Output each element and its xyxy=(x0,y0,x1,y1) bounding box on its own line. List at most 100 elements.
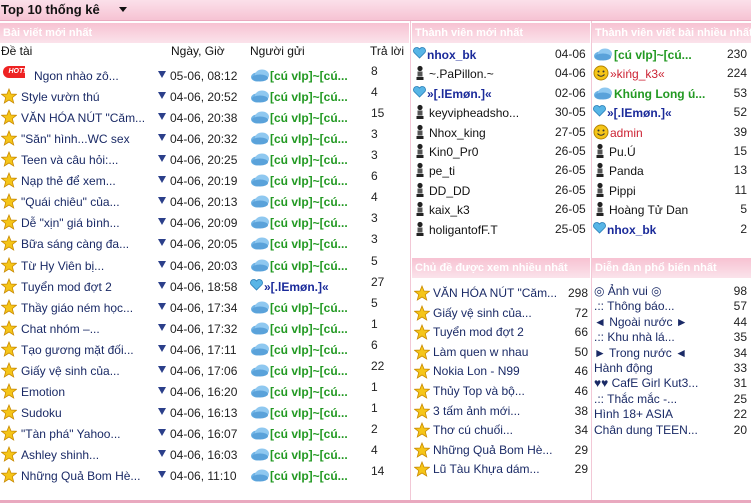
forum-link[interactable]: ◎ Ảnh vui ◎ xyxy=(594,284,718,298)
poster-name[interactable]: Hoàng Tử Dan xyxy=(609,203,723,217)
topic-link[interactable]: Ngon nhào zô... xyxy=(34,69,154,83)
topic-link[interactable]: Thơ cú chuối... xyxy=(433,423,561,437)
sender-name[interactable]: [cú vIp]~[cú... xyxy=(270,195,348,209)
topic-link[interactable]: Lũ Tàu Khựa dám... xyxy=(433,462,561,476)
topic-link[interactable]: Làm quen w nhau xyxy=(433,345,561,359)
sender-name[interactable]: [cú vIp]~[cú... xyxy=(270,343,348,357)
sender-name[interactable]: [cú vIp]~[cú... xyxy=(270,69,348,83)
sender-name[interactable]: [cú vIp]~[cú... xyxy=(270,90,348,104)
sender-name[interactable]: [cú vIp]~[cú... xyxy=(270,364,348,378)
sender-name[interactable]: [cú vIp]~[cú... xyxy=(270,174,348,188)
goto-last-post-icon[interactable] xyxy=(158,218,166,226)
poster-name[interactable]: Khúng Long ú... xyxy=(614,87,723,101)
topic-link[interactable]: 3 tấm ảnh mới... xyxy=(433,404,561,418)
sender-cell[interactable]: [cú vIp]~[cú... xyxy=(250,382,368,402)
topic-link[interactable]: "Tàn phá" Yahoo... xyxy=(21,427,156,441)
goto-last-post-icon[interactable] xyxy=(158,470,166,478)
topic-link[interactable]: "Quái chiêu" của... xyxy=(21,195,156,209)
member-name[interactable]: Kin0_Pr0 xyxy=(429,145,549,159)
poster-name[interactable]: admin xyxy=(610,126,723,140)
topic-link[interactable]: Dễ "xịn" giá bình... xyxy=(21,216,156,230)
topic-link[interactable]: Nokia Lon - N99 xyxy=(433,364,561,378)
goto-last-post-icon[interactable] xyxy=(158,365,166,373)
goto-last-post-icon[interactable] xyxy=(158,260,166,268)
poster-name[interactable]: Panda xyxy=(609,164,723,178)
topic-link[interactable]: Những Quả Bom Hè... xyxy=(21,469,156,483)
topic-link[interactable]: Thầy giáo ném học... xyxy=(21,301,156,315)
sender-name[interactable]: [cú vIp]~[cú... xyxy=(270,448,348,462)
topic-link[interactable]: Giấy vệ sinh của... xyxy=(21,364,156,378)
forum-link[interactable]: Hình 18+ ASIA xyxy=(594,407,718,421)
topic-link[interactable]: Style vườn thú xyxy=(21,90,156,104)
goto-last-post-icon[interactable] xyxy=(158,302,166,310)
topic-link[interactable]: VĂN HÓA NÚT "Căm... xyxy=(433,286,561,300)
topic-link[interactable]: Tuyển mod đợt 2 xyxy=(433,325,561,339)
goto-last-post-icon[interactable] xyxy=(158,344,166,352)
member-name[interactable]: »[.lEmøn.]« xyxy=(427,87,547,101)
topic-link[interactable]: Emotion xyxy=(21,385,156,399)
sender-cell[interactable]: [cú vIp]~[cú... xyxy=(250,66,368,86)
member-name[interactable]: DD_DD xyxy=(429,184,549,198)
topic-link[interactable]: Ashley shinh... xyxy=(21,448,156,462)
member-name[interactable]: kaix_k3 xyxy=(429,203,549,217)
topic-link[interactable]: "Săn" hình...WC sex xyxy=(21,132,156,146)
top10-title-bar[interactable]: Top 10 thống kê xyxy=(0,0,751,21)
sender-cell[interactable]: [cú vIp]~[cú... xyxy=(250,213,368,233)
topic-link[interactable]: Tuyển mod đợt 2 xyxy=(21,280,156,294)
goto-last-post-icon[interactable] xyxy=(158,155,166,163)
sender-cell[interactable]: [cú vIp]~[cú... xyxy=(250,234,368,254)
sender-cell[interactable]: [cú vIp]~[cú... xyxy=(250,108,368,128)
goto-last-post-icon[interactable] xyxy=(158,113,166,121)
sender-name[interactable]: [cú vIp]~[cú... xyxy=(270,469,348,483)
member-name[interactable]: Nhox_king xyxy=(429,126,549,140)
sender-cell[interactable]: [cú vIp]~[cú... xyxy=(250,424,368,444)
topic-link[interactable]: Thủy Top và bộ... xyxy=(433,384,561,398)
sender-name[interactable]: [cú vIp]~[cú... xyxy=(270,111,348,125)
forum-link[interactable]: .:: Khu nhà lá... xyxy=(594,330,718,344)
topic-link[interactable]: Chat nhóm –... xyxy=(21,322,156,336)
topic-link[interactable]: Từ Hy Viên bị... xyxy=(21,259,156,273)
member-name[interactable]: ~.PaPillon.~ xyxy=(429,67,549,81)
sender-name[interactable]: [cú vIp]~[cú... xyxy=(270,132,348,146)
topic-link[interactable]: Những Quả Bom Hè... xyxy=(433,443,561,457)
sender-name[interactable]: [cú vIp]~[cú... xyxy=(270,237,348,251)
forum-link[interactable]: .:: Thông báo... xyxy=(594,299,718,313)
sender-name[interactable]: [cú vIp]~[cú... xyxy=(270,322,348,336)
sender-cell[interactable]: »[.lEmøn.]« xyxy=(250,277,368,297)
topic-link[interactable]: Tạo gương mặt đối... xyxy=(21,343,156,357)
sender-cell[interactable]: [cú vIp]~[cú... xyxy=(250,171,368,191)
sender-cell[interactable]: [cú vIp]~[cú... xyxy=(250,445,368,465)
sender-cell[interactable]: [cú vIp]~[cú... xyxy=(250,361,368,381)
sender-cell[interactable]: [cú vIp]~[cú... xyxy=(250,150,368,170)
topic-link[interactable]: VĂN HÓA NÚT "Căm... xyxy=(21,111,156,125)
goto-last-post-icon[interactable] xyxy=(158,386,166,394)
forum-link[interactable]: ♥♥ CafE Girl Kut3... xyxy=(594,376,718,390)
goto-last-post-icon[interactable] xyxy=(158,449,166,457)
topic-link[interactable]: Giấy vệ sinh của... xyxy=(433,306,561,320)
goto-last-post-icon[interactable] xyxy=(158,176,166,184)
sender-cell[interactable]: [cú vIp]~[cú... xyxy=(250,466,368,486)
poster-name[interactable]: Pippi xyxy=(609,184,723,198)
sender-cell[interactable]: [cú vIp]~[cú... xyxy=(250,319,368,339)
sender-name[interactable]: [cú vIp]~[cú... xyxy=(270,406,348,420)
member-name[interactable]: holigantofF.T xyxy=(429,223,549,237)
member-name[interactable]: keyvipheadsho... xyxy=(429,106,549,120)
topic-link[interactable]: Teen và câu hỏi:... xyxy=(21,153,156,167)
sender-cell[interactable]: [cú vIp]~[cú... xyxy=(250,340,368,360)
topic-link[interactable]: Bữa sáng càng đa... xyxy=(21,237,156,251)
sender-name[interactable]: [cú vIp]~[cú... xyxy=(270,301,348,315)
poster-name[interactable]: Pu.Ú xyxy=(609,145,723,159)
goto-last-post-icon[interactable] xyxy=(158,407,166,415)
member-name[interactable]: pe_ti xyxy=(429,164,549,178)
forum-link[interactable]: Chân dung TEEN... xyxy=(594,423,718,437)
poster-name[interactable]: [cú vIp]~[cú... xyxy=(614,48,723,62)
chevron-down-icon[interactable] xyxy=(119,7,127,12)
sender-cell[interactable]: [cú vIp]~[cú... xyxy=(250,87,368,107)
forum-link[interactable]: Hành động xyxy=(594,361,718,375)
goto-last-post-icon[interactable] xyxy=(158,197,166,205)
poster-name[interactable]: nhox_bk xyxy=(607,223,723,237)
topic-link[interactable]: Nạp thẻ để xem... xyxy=(21,174,156,188)
sender-name[interactable]: »[.lEmøn.]« xyxy=(264,280,329,294)
poster-name[interactable]: »kińg_k3« xyxy=(610,67,723,81)
sender-name[interactable]: [cú vIp]~[cú... xyxy=(270,216,348,230)
